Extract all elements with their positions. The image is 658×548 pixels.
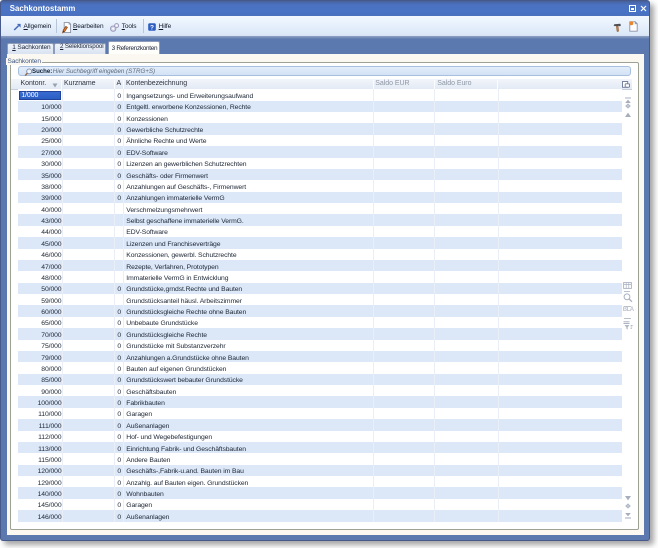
- svg-text:?: ?: [150, 24, 154, 31]
